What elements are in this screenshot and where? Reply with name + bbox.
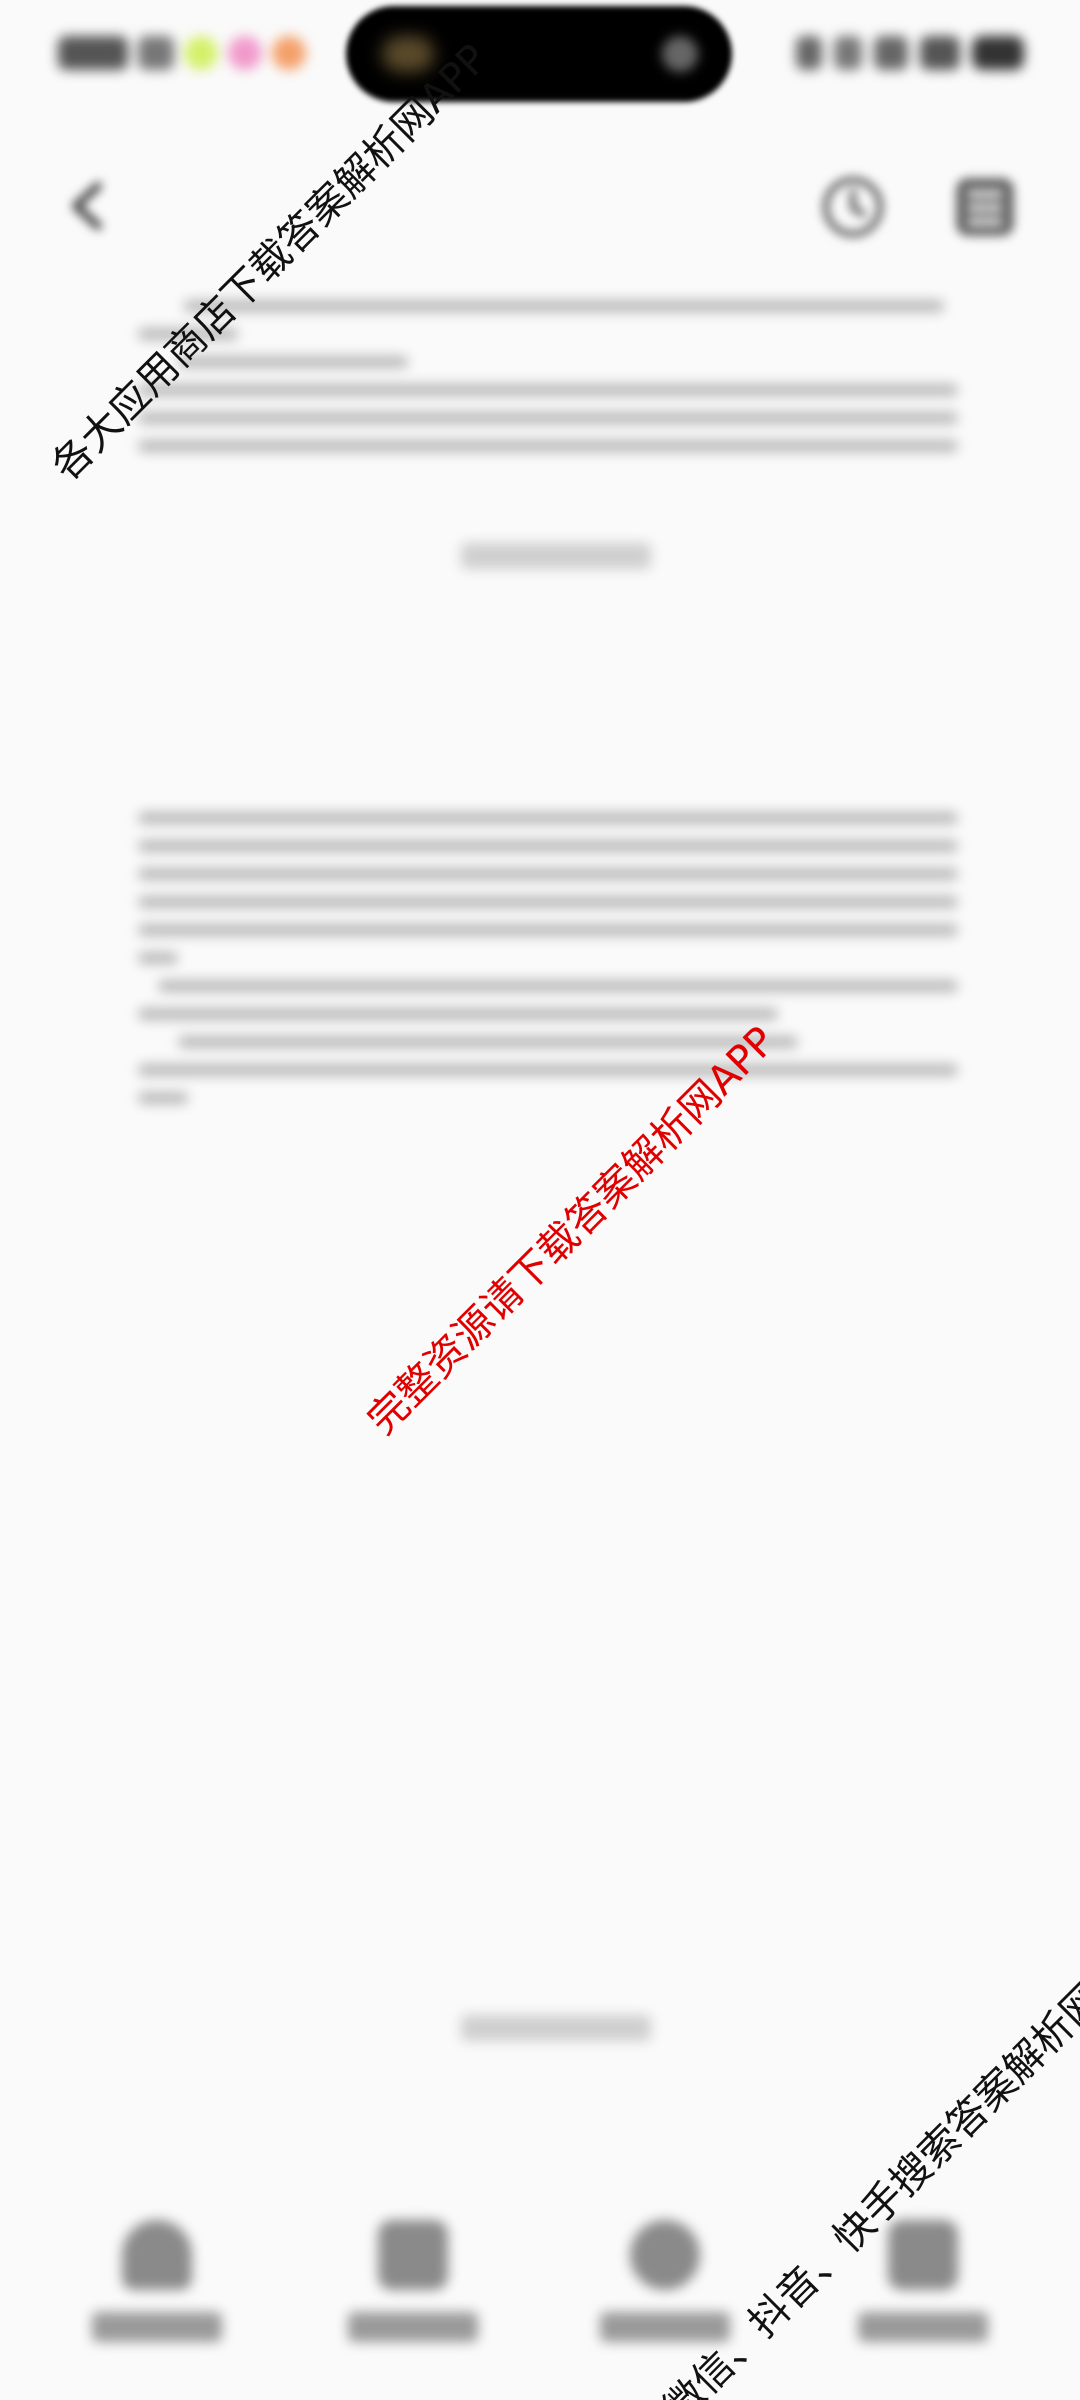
wifi-icon: [874, 36, 908, 70]
notification-icon: [184, 36, 218, 70]
doc-line: [138, 1008, 778, 1020]
doc-line: [138, 896, 958, 908]
page-number-bar: [461, 2015, 651, 2041]
screen: 各大应用商店下载答案解析网APP 完整资源请下载答案解析网APP 微信、抖音、快…: [0, 0, 1080, 2400]
doc-line: [138, 1092, 188, 1104]
doc-line: [138, 412, 958, 424]
status-icon: [138, 36, 174, 70]
signal-icon: [920, 36, 960, 70]
doc-line: [138, 1064, 958, 1076]
time-indicator: [58, 36, 128, 70]
status-right-indicators: [796, 36, 1024, 70]
document-section-middle: [138, 812, 958, 1120]
doc-line: [184, 300, 944, 312]
battery-icon: [972, 36, 1024, 70]
doc-line: [138, 840, 958, 852]
nav-item-home[interactable]: [72, 2220, 242, 2360]
bluetooth-icon: [796, 36, 822, 70]
table-icon: [378, 2220, 448, 2290]
notification-icon: [272, 36, 306, 70]
doc-line: [138, 440, 958, 452]
bottom-navigation: [0, 2200, 1080, 2400]
camera-lens: [662, 36, 698, 72]
grid-icon[interactable]: [950, 172, 1020, 242]
grid-icon: [630, 2220, 700, 2290]
doc-line: [138, 952, 178, 964]
status-bar: [0, 0, 1080, 110]
page-number-bar: [461, 543, 651, 569]
nav-label: [348, 2312, 478, 2342]
doc-line: [158, 980, 958, 992]
vibrate-icon: [834, 36, 862, 70]
home-icon: [122, 2220, 192, 2290]
clock-icon[interactable]: [818, 172, 888, 242]
back-arrow-icon[interactable]: [58, 176, 118, 236]
apps-icon: [888, 2220, 958, 2290]
status-left-indicators: [58, 36, 306, 70]
nav-label: [92, 2312, 222, 2342]
page-number-label: [456, 2008, 656, 2048]
doc-line: [138, 868, 958, 880]
nav-label: [858, 2312, 988, 2342]
notification-icon: [228, 36, 262, 70]
document-section-top: [138, 300, 958, 468]
doc-line: [178, 1036, 798, 1048]
doc-line: [138, 384, 958, 396]
doc-line: [138, 924, 958, 936]
page-number-label: [456, 536, 656, 576]
doc-line: [178, 356, 408, 368]
nav-item-table[interactable]: [328, 2220, 498, 2360]
doc-line: [138, 812, 958, 824]
